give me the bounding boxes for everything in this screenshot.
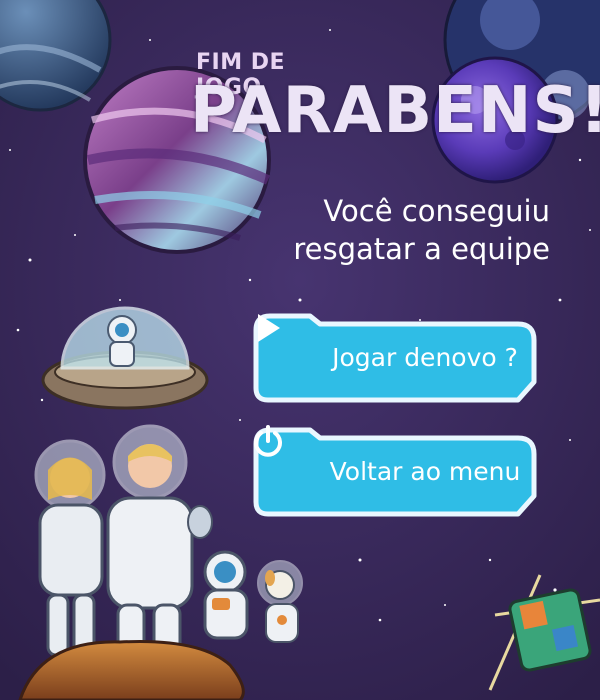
play-icon	[258, 314, 280, 342]
rescue-message-line-2: resgatar a equipe	[293, 232, 550, 266]
play-again-button[interactable]: Jogar denovo ?	[250, 310, 540, 406]
congratulations-title: PARABENS!	[190, 74, 600, 148]
back-to-menu-button[interactable]: Voltar ao menu	[250, 424, 540, 520]
rescue-message-line-1: Você conseguiu	[323, 194, 550, 228]
rescue-message: Você conseguiu resgatar a equipe	[250, 192, 550, 268]
power-icon	[254, 425, 282, 457]
play-again-label: Jogar denovo ?	[332, 343, 518, 372]
back-to-menu-label: Voltar ao menu	[329, 457, 521, 486]
